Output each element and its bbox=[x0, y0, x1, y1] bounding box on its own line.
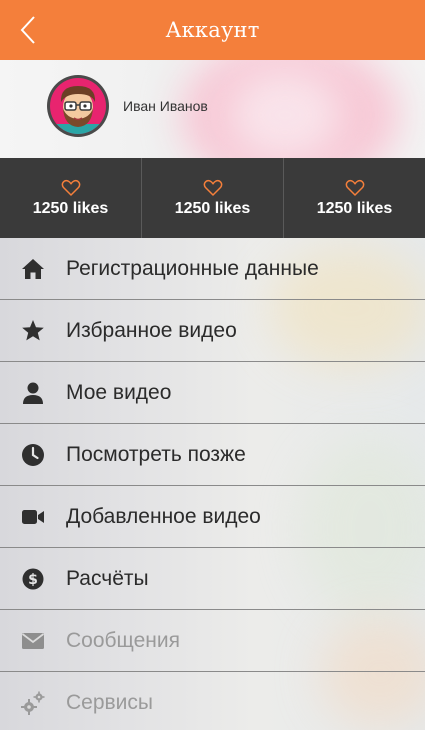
menu-item-label: Регистрационные данные bbox=[66, 256, 319, 280]
chevron-left-icon bbox=[20, 16, 35, 44]
background-blur-decoration bbox=[230, 70, 340, 158]
likes-stat[interactable]: 1250 likes bbox=[284, 158, 425, 238]
gears-icon bbox=[20, 690, 46, 716]
heart-outline-icon bbox=[61, 179, 80, 196]
stats-bar: 1250 likes 1250 likes 1250 likes bbox=[0, 158, 425, 238]
menu-item-favorite-video[interactable]: Избранное видео bbox=[0, 300, 425, 362]
menu-item-label: Сервисы bbox=[66, 690, 154, 714]
menu-item-label: Сообщения bbox=[66, 628, 180, 652]
svg-text:$: $ bbox=[28, 572, 38, 588]
menu-item-added-video[interactable]: Добавленное видео bbox=[0, 486, 425, 548]
menu-item-registration-data[interactable]: Регистрационные данные bbox=[0, 238, 425, 300]
video-camera-icon bbox=[20, 504, 46, 530]
profile-section: Иван Иванов bbox=[0, 60, 425, 158]
likes-count: 1250 likes bbox=[32, 199, 109, 217]
star-icon bbox=[20, 318, 46, 344]
app-header: Аккаунт bbox=[0, 0, 425, 60]
menu-item-label: Мое видео bbox=[66, 380, 172, 404]
back-button[interactable] bbox=[10, 12, 46, 48]
avatar-bearded-man-icon bbox=[47, 75, 109, 137]
clock-icon bbox=[20, 442, 46, 468]
heart-outline-icon bbox=[345, 179, 364, 196]
heart-outline-icon bbox=[203, 179, 222, 196]
envelope-icon bbox=[20, 628, 46, 654]
menu-item-messages[interactable]: Сообщения bbox=[0, 610, 425, 672]
menu-item-services[interactable]: Сервисы bbox=[0, 672, 425, 730]
page-title: Аккаунт bbox=[165, 18, 260, 42]
menu-item-label: Посмотреть позже bbox=[66, 442, 246, 466]
likes-stat[interactable]: 1250 likes bbox=[0, 158, 142, 238]
home-icon bbox=[20, 256, 46, 282]
likes-stat[interactable]: 1250 likes bbox=[142, 158, 284, 238]
likes-count: 1250 likes bbox=[174, 199, 251, 217]
menu-item-label: Расчёты bbox=[66, 566, 149, 590]
menu-item-my-video[interactable]: Мое видео bbox=[0, 362, 425, 424]
menu-item-payments[interactable]: $ Расчёты bbox=[0, 548, 425, 610]
user-name: Иван Иванов bbox=[123, 98, 208, 114]
account-menu: Регистрационные данные Избранное видео М… bbox=[0, 238, 425, 730]
likes-count: 1250 likes bbox=[316, 199, 393, 217]
user-icon bbox=[20, 380, 46, 406]
dollar-coin-icon: $ bbox=[20, 566, 46, 592]
avatar[interactable] bbox=[46, 74, 110, 138]
menu-item-label: Добавленное видео bbox=[66, 504, 261, 528]
menu-item-watch-later[interactable]: Посмотреть позже bbox=[0, 424, 425, 486]
menu-item-label: Избранное видео bbox=[66, 318, 237, 342]
